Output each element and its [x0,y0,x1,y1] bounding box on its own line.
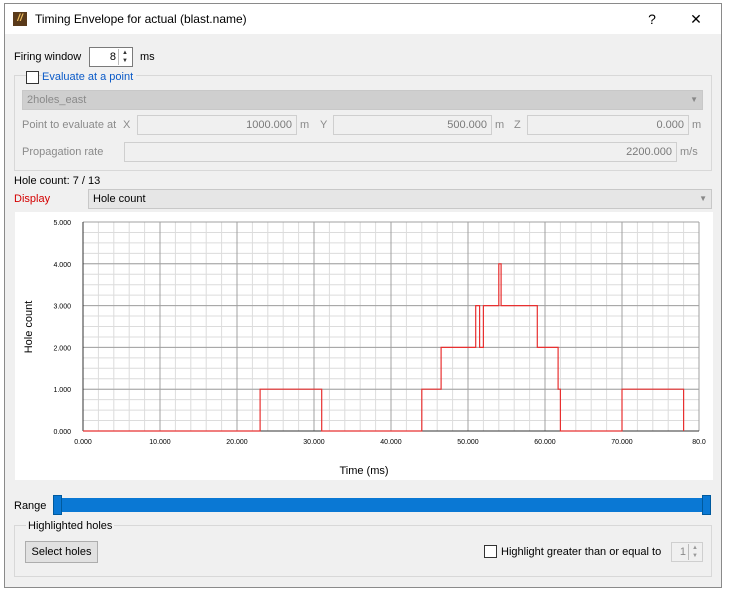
range-slider-track[interactable] [53,498,711,512]
y-tick-label: 4.000 [53,262,71,269]
highlight-checkbox[interactable] [484,545,497,558]
select-holes-button[interactable]: Select holes [25,541,98,563]
firing-window-value: 8 [109,51,116,63]
z-value: 0.000 [656,119,684,131]
location-select[interactable]: 2holes_east ▼ [22,90,703,110]
firing-window-unit: ms [140,51,155,63]
y-tick-label: 5.000 [53,220,71,227]
x-value: 1000.000 [246,119,292,131]
chart-svg: 0.000 10.000 20.000 30.000 40.000 50.000 60.00… [23,220,706,477]
z-label: Z [514,119,521,131]
propagation-unit: m/s [680,146,698,158]
y-tick-label: 0.000 [53,429,71,436]
propagation-value: 2200.000 [626,146,672,158]
x-field[interactable]: 1000.000 [137,115,297,135]
timing-envelope-dialog: // Timing Envelope for actual (blast.nam… [4,3,722,588]
x-tick-label: 0.000 [74,439,92,446]
x-tick-label: 30.000 [303,439,325,446]
range-label: Range [14,500,47,512]
y-tick-label: 1.000 [53,387,71,394]
propagation-field[interactable]: 2200.000 [124,142,677,162]
x-tick-label: 50.000 [457,439,479,446]
help-button[interactable]: ? [637,9,667,29]
x-unit: m [300,119,310,131]
title-bar: // Timing Envelope for actual (blast.nam… [5,4,721,34]
highlight-label: Highlight greater than or equal to [501,546,662,558]
timing-chart: 0.000 10.000 20.000 30.000 40.000 50.000 60.00… [15,212,713,480]
hole-count-text: Hole count: 7 / 13 [14,175,101,187]
display-label: Display [14,193,51,205]
chevron-down-icon: ▼ [699,194,707,203]
highlight-spinbox[interactable]: 1 ▲ ▼ [671,542,703,562]
evaluate-checkbox[interactable] [26,71,39,84]
range-slider-high-handle[interactable] [702,495,711,515]
y-tick-label: 3.000 [53,304,71,311]
y-tick-label: 2.000 [53,345,71,352]
firing-window-spinbox[interactable]: 8 ▲ ▼ [89,47,133,67]
y-unit: m [495,119,505,131]
highlighted-group-label: Highlighted holes [26,520,115,532]
chevron-down-icon: ▼ [690,95,698,104]
y-value: 500.000 [447,119,487,131]
x-tick-label: 10.000 [149,439,171,446]
app-logo-icon: // [13,12,27,26]
x-label: X [123,119,131,131]
display-select[interactable]: Hole count ▼ [88,189,712,209]
spin-arrows-icon[interactable]: ▲ ▼ [118,49,131,65]
location-value: 2holes_east [27,94,87,106]
x-tick-label: 60.000 [534,439,556,446]
z-field[interactable]: 0.000 [527,115,689,135]
highlight-value: 1 [679,546,686,558]
x-tick-label: 20.000 [226,439,248,446]
range-slider-low-handle[interactable] [53,495,62,515]
x-tick-label: 70.000 [611,439,633,446]
display-value: Hole count [93,193,146,205]
spin-arrows-icon[interactable]: ▲ ▼ [688,544,701,560]
y-axis-label: Hole count [23,301,35,354]
window-title: Timing Envelope for actual (blast.name) [35,12,247,26]
evaluate-checkbox-label[interactable]: Evaluate at a point [42,71,137,83]
propagation-label: Propagation rate [22,146,104,158]
y-label: Y [320,119,328,131]
close-button[interactable]: ✕ [681,9,711,29]
x-axis-label: Time (ms) [339,465,388,477]
firing-window-label: Firing window [14,51,82,63]
y-field[interactable]: 500.000 [333,115,492,135]
x-tick-label: 80.0 [692,439,706,446]
x-tick-label: 40.000 [380,439,402,446]
point-label: Point to evaluate at [22,119,117,131]
z-unit: m [692,119,702,131]
